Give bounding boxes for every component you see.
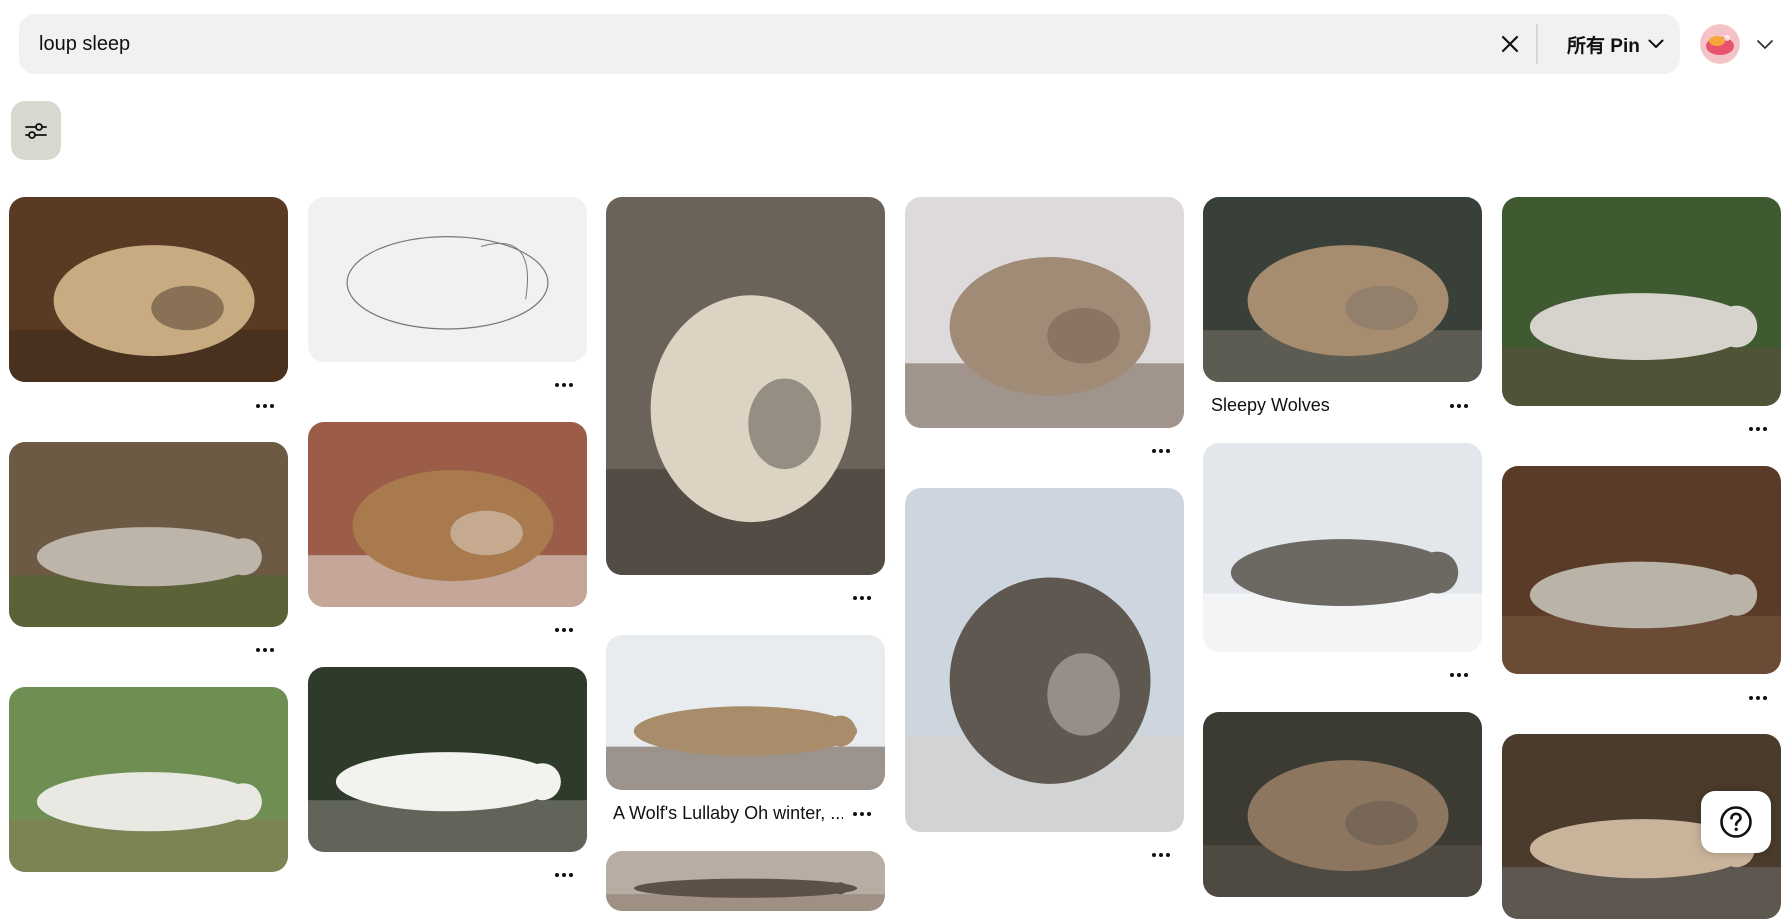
pin-card[interactable] <box>1502 466 1781 674</box>
pin-image <box>1502 466 1781 674</box>
pin-image <box>1203 443 1482 652</box>
pin-image <box>905 197 1184 428</box>
sliders-icon <box>25 122 47 139</box>
pin-image <box>1203 197 1482 382</box>
pin-image <box>9 197 288 382</box>
pin-more-button[interactable] <box>1148 846 1174 864</box>
account-menu-chevron-icon[interactable] <box>1756 36 1774 52</box>
pin-type-dropdown[interactable]: 所有 Pin <box>1567 28 1664 60</box>
pin-image <box>1502 197 1781 406</box>
pin-type-label: 所有 Pin <box>1567 35 1640 57</box>
pin-title[interactable]: A Wolf's Lullaby Oh winter, ... <box>613 803 843 824</box>
pin-card[interactable] <box>9 197 288 382</box>
pin-more-button[interactable] <box>551 376 577 394</box>
pin-image <box>308 422 587 607</box>
chevron-down-icon <box>1648 39 1664 48</box>
pin-card[interactable] <box>606 197 885 575</box>
filters-button[interactable] <box>11 101 61 160</box>
pin-image <box>606 851 885 911</box>
search-divider <box>1536 24 1538 64</box>
pin-image <box>308 197 587 362</box>
pin-more-button[interactable] <box>1148 442 1174 460</box>
avatar[interactable] <box>1700 24 1740 64</box>
help-button[interactable] <box>1701 791 1771 853</box>
pin-image <box>905 488 1184 832</box>
pin-card[interactable] <box>9 687 288 872</box>
pin-more-button[interactable] <box>551 866 577 884</box>
pin-card[interactable] <box>606 851 885 911</box>
pin-more-button[interactable] <box>849 805 875 823</box>
search-input[interactable] <box>39 14 1479 74</box>
pin-more-button[interactable] <box>551 621 577 639</box>
search-bar: 所有 Pin <box>19 14 1680 74</box>
pin-image <box>308 667 587 852</box>
pin-card[interactable] <box>9 442 288 627</box>
pin-card[interactable] <box>1203 443 1482 652</box>
pin-card[interactable] <box>1502 197 1781 406</box>
pin-card[interactable] <box>1203 712 1482 897</box>
pin-more-button[interactable] <box>849 589 875 607</box>
pin-more-button[interactable] <box>252 397 278 415</box>
pin-image <box>9 442 288 627</box>
pin-image <box>1203 712 1482 897</box>
pin-image <box>606 197 885 575</box>
pin-more-button[interactable] <box>1745 420 1771 438</box>
pin-more-button[interactable] <box>1446 666 1472 684</box>
pin-title[interactable]: Sleepy Wolves <box>1211 395 1431 416</box>
pin-card[interactable] <box>308 667 587 852</box>
pin-card[interactable] <box>905 488 1184 832</box>
pin-card[interactable] <box>1203 197 1482 382</box>
pin-image <box>606 635 885 790</box>
close-icon <box>1501 35 1519 53</box>
pin-card[interactable] <box>308 197 587 362</box>
pin-card[interactable] <box>606 635 885 790</box>
clear-search-button[interactable] <box>1495 29 1525 59</box>
pin-image <box>9 687 288 872</box>
pin-card[interactable] <box>308 422 587 607</box>
pin-more-button[interactable] <box>1446 397 1472 415</box>
help-icon <box>1720 806 1752 838</box>
pin-more-button[interactable] <box>252 641 278 659</box>
pin-more-button[interactable] <box>1745 689 1771 707</box>
pin-card[interactable] <box>905 197 1184 428</box>
